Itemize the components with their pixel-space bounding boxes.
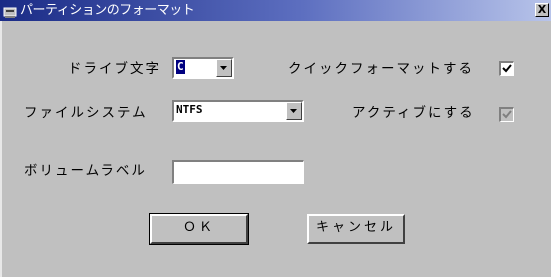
chevron-down-icon (220, 66, 227, 70)
file-system-select[interactable]: NTFS (172, 100, 304, 122)
set-active-checkbox[interactable] (499, 107, 514, 122)
ok-button[interactable]: ＯＫ (149, 213, 249, 245)
drive-letter-label: ドライブ文字 (68, 61, 161, 77)
file-system-label: ファイルシステム (24, 105, 148, 121)
volume-label-label: ボリュームラベル (24, 163, 147, 179)
close-button[interactable]: X (535, 3, 549, 17)
title-bar[interactable]: パーティションのフォーマット X (0, 0, 551, 21)
cancel-button[interactable]: キャンセル (307, 214, 405, 244)
quick-format-label: クイックフォーマットする (288, 61, 474, 77)
set-active-label: アクティブにする (352, 105, 475, 121)
disk-format-icon (3, 4, 17, 18)
window-title: パーティションのフォーマット (20, 3, 195, 18)
file-system-dropdown-button[interactable] (286, 102, 302, 120)
drive-letter-dropdown-button[interactable] (216, 59, 232, 77)
file-system-value: NTFS (176, 103, 203, 116)
checkmark-icon (502, 110, 512, 119)
quick-format-checkbox[interactable] (499, 61, 514, 76)
drive-letter-select[interactable]: C (172, 57, 234, 79)
volume-label-input[interactable] (172, 160, 304, 184)
dialog-body: ドライブ文字 C クイックフォーマットする ファイルシステム NTFS アクティ… (0, 21, 551, 277)
drive-letter-value: C (176, 60, 185, 74)
chevron-down-icon (290, 109, 297, 113)
checkmark-icon (502, 64, 512, 73)
